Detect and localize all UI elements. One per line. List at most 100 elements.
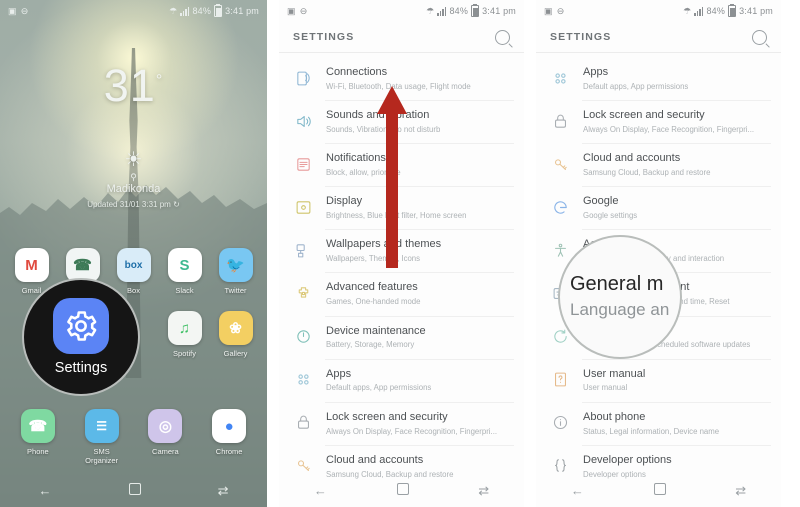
camera-icon: ◎: [148, 409, 183, 443]
lock-icon: [550, 111, 570, 131]
app-label: Camera: [152, 447, 179, 456]
slack-icon: S: [167, 248, 202, 282]
search-icon[interactable]: [495, 29, 510, 45]
app-label: Twitter: [224, 286, 247, 295]
battery-icon: [471, 4, 480, 17]
home-square-icon[interactable]: [653, 483, 666, 497]
screenshot-icon: ▣: [8, 5, 17, 16]
battery-icon: [728, 4, 737, 17]
row-subtitle: Wallpapers, Themes, Icons: [326, 254, 421, 264]
settings-list: Connections Wi-Fi, Bluetooth, Data usage…: [279, 53, 524, 488]
row-subtitle: Google settings: [583, 211, 638, 221]
signal-bars-icon: [180, 6, 190, 16]
row-title: Lock screen and security: [326, 410, 448, 423]
row-title: Sounds and vibration: [326, 109, 430, 122]
twitter-icon: 🐦: [218, 248, 253, 282]
app-label: Slack: [175, 286, 194, 295]
row-title: Connections: [326, 66, 388, 78]
settings-row-lock-screen-and-security[interactable]: Lock screen and security Always On Displ…: [279, 401, 524, 445]
wallpaper-icon: [293, 240, 313, 260]
back-arrow-icon[interactable]: ←: [571, 484, 584, 497]
row-subtitle: Games, One-handed mode: [326, 297, 421, 307]
settings-row-user-manual[interactable]: User manual User manual: [536, 358, 781, 402]
settings-gear-icon[interactable]: [53, 298, 109, 354]
search-icon[interactable]: [752, 29, 767, 45]
sms-icon: ☰: [84, 409, 119, 443]
gallery-icon: ❀: [218, 311, 253, 345]
lock-icon: [293, 413, 313, 433]
app-twitter[interactable]: 🐦 Twitter: [213, 248, 259, 295]
dock-sms-organizer[interactable]: ☰ SMS Organizer: [79, 409, 125, 465]
settings-row-lock-screen-and-security[interactable]: Lock screen and security Always On Displ…: [536, 100, 781, 143]
back-arrow-icon[interactable]: ←: [39, 484, 52, 497]
clock-label: 3:41 pm: [482, 6, 516, 16]
settings-row-notifications[interactable]: Notifications Block, allow, prioritise: [279, 143, 524, 186]
settings-row-apps[interactable]: Apps Default apps, App permissions: [536, 57, 781, 100]
google-icon: [550, 197, 570, 217]
settings-row-about-phone[interactable]: About phone Status, Legal information, D…: [536, 401, 781, 445]
app-label: Chrome: [215, 447, 243, 456]
screenshot-icon: ▣: [287, 5, 296, 16]
about-phone-icon: [550, 413, 570, 433]
signal-bars-icon: [694, 6, 704, 16]
whatsapp-icon: ☎: [65, 248, 100, 282]
row-title: Device maintenance: [326, 324, 426, 337]
magnifier-line-1: General m: [570, 273, 664, 296]
row-subtitle: Battery, Storage, Memory: [326, 340, 415, 350]
battery-percent-label: 84%: [706, 6, 726, 16]
row-subtitle: Default apps, App permissions: [583, 81, 689, 91]
magnifier-settings-callout: Settings: [22, 278, 140, 396]
row-subtitle: Wi-Fi, Bluetooth, Data usage, Flight mod…: [326, 81, 471, 91]
row-subtitle: Always On Display, Face Recognition, Fin…: [583, 124, 755, 134]
settings-row-apps[interactable]: Apps Default apps, App permissions: [279, 358, 524, 402]
app-gallery[interactable]: ❀ Gallery: [213, 311, 259, 358]
row-title: Display: [326, 195, 363, 208]
magnifier-general-management-callout: General m Language an: [558, 235, 682, 359]
row-title: Advanced features: [326, 281, 418, 294]
location-pin-icon: ⚲: [130, 172, 137, 182]
recents-icon[interactable]: ⇄: [218, 484, 229, 497]
back-arrow-icon[interactable]: ←: [314, 484, 327, 497]
app-box[interactable]: box Box: [111, 248, 157, 295]
dock-phone[interactable]: ☎ Phone: [15, 409, 61, 465]
notifications-icon: [293, 154, 313, 174]
row-title: About phone: [583, 410, 646, 423]
app-label: Phone: [27, 447, 49, 456]
row-title: Wallpapers and themes: [326, 238, 442, 251]
settings-row-device-maintenance[interactable]: Device maintenance Battery, Storage, Mem…: [279, 315, 524, 359]
display-icon: [293, 197, 313, 217]
app-slack[interactable]: S Slack: [162, 248, 208, 295]
row-title: Apps: [583, 66, 609, 78]
home-square-icon[interactable]: [128, 483, 141, 497]
dock: ☎ Phone ☰ SMS Organizer ◎ Camera ● Chrom…: [0, 409, 267, 465]
settings-screen: ▣ ⊖ ☂ 84% 3:41 pm SETTINGS: [279, 0, 524, 507]
recents-icon[interactable]: ⇄: [478, 484, 489, 497]
magnifier-line-2: Language an: [570, 300, 670, 320]
row-title: User manual: [583, 367, 646, 380]
screenshot-stage: ▣ ⊖ ☂ 84% 3:41 pm 31° ☀ ⚲ Madikonda Upda…: [0, 0, 800, 507]
settings-row-display[interactable]: Display Brightness, Blue light filter, H…: [279, 186, 524, 229]
dock-chrome[interactable]: ● Chrome: [206, 409, 252, 465]
settings-row-cloud-and-accounts[interactable]: Cloud and accounts Samsung Cloud, Backup…: [536, 143, 781, 186]
settings-row-advanced-features[interactable]: Advanced features Games, One-handed mode: [279, 272, 524, 315]
row-title: Cloud and accounts: [326, 453, 424, 466]
app-label: SMS Organizer: [85, 447, 119, 465]
settings-row-google[interactable]: Google Google settings: [536, 186, 781, 229]
row-title: Developer options: [583, 453, 672, 466]
row-title: Cloud and accounts: [583, 152, 681, 165]
phone-gap-1: [267, 0, 279, 507]
dock-row: ☎ Phone ☰ SMS Organizer ◎ Camera ● Chrom…: [0, 409, 267, 465]
weather-updated: Updated 31/01 3:31 pm ↻: [87, 200, 180, 209]
settings-row-connections[interactable]: Connections Wi-Fi, Bluetooth, Data usage…: [279, 57, 524, 100]
row-subtitle: Status, Legal information, Device name: [583, 426, 720, 436]
do-not-disturb-icon: ⊖: [556, 5, 565, 16]
row-subtitle: Brightness, Blue light filter, Home scre…: [326, 211, 467, 221]
wifi-icon: ☂: [683, 5, 692, 16]
do-not-disturb-icon: ⊖: [20, 5, 29, 16]
recents-icon[interactable]: ⇄: [735, 484, 746, 497]
settings-row-wallpapers-and-themes[interactable]: Wallpapers and themes Wallpapers, Themes…: [279, 229, 524, 272]
dock-camera[interactable]: ◎ Camera: [142, 409, 188, 465]
settings-row-sounds-and-vibration[interactable]: Sounds and vibration Sounds, Vibration, …: [279, 100, 524, 143]
home-square-icon[interactable]: [396, 483, 409, 497]
app-spotify[interactable]: ♫ Spotify: [162, 311, 208, 358]
